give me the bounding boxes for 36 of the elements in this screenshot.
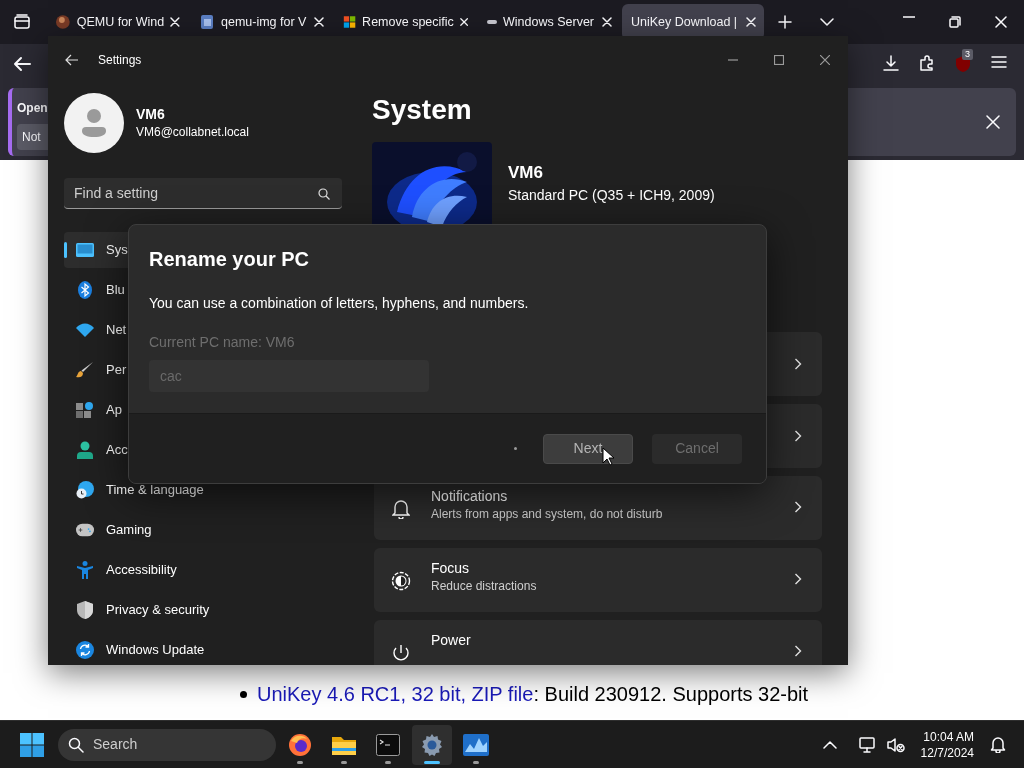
nav-label: Sys	[106, 241, 128, 260]
card-subtitle: Alerts from apps and system, do not disturb	[431, 506, 664, 523]
dialog-title: Rename your PC	[149, 247, 311, 272]
field-label: Current PC name: VM6	[149, 333, 296, 352]
pc-name: VM6	[508, 162, 544, 184]
nav-label: Blu	[106, 281, 125, 300]
page-heading: System	[372, 93, 473, 127]
tab-title: Remove specific	[362, 13, 454, 31]
tab-title: qemu-img for V	[221, 13, 308, 31]
clock-date: 12/7/2024	[920, 744, 974, 761]
tab-title: UniKey Download |	[631, 13, 739, 31]
card-title: Power	[431, 631, 472, 649]
nav-label: Time & language	[106, 481, 204, 500]
nav-label: Acc	[106, 441, 128, 460]
notification-message: Open	[17, 100, 48, 116]
download-item-text: UniKey 4.6 RC1, 32 bit, ZIP file: Build 230912. Supports 32-bit	[257, 682, 809, 707]
window-title: Settings	[98, 52, 142, 69]
nav-label: Accessibility	[106, 561, 177, 580]
card-title: Notifications	[431, 487, 509, 505]
nav-label: Per	[106, 361, 127, 380]
tab-title: Windows Server	[503, 13, 595, 31]
nav-label: Privacy & security	[106, 601, 210, 620]
clock-time: 10:04 AM	[923, 728, 974, 745]
card-title: Focus	[431, 559, 471, 577]
tab-title: QEMU for Wind	[76, 13, 165, 31]
badge: 3	[962, 49, 973, 60]
dialog-description: You can use a combination of letters, hyphens, and numbers.	[149, 294, 530, 313]
user-email: VM6@collabnet.local	[136, 124, 249, 141]
card-subtitle: Reduce distractions	[431, 578, 538, 595]
nav-label: Net	[106, 321, 127, 340]
nav-label: Gaming	[106, 521, 152, 540]
nav-label: Windows Update	[106, 641, 205, 660]
search-placeholder: Search	[93, 735, 138, 754]
nav-label: Ap	[106, 401, 122, 420]
user-name: VM6	[136, 105, 166, 123]
pc-model: Standard PC (Q35 + ICH9, 2009)	[508, 186, 715, 205]
